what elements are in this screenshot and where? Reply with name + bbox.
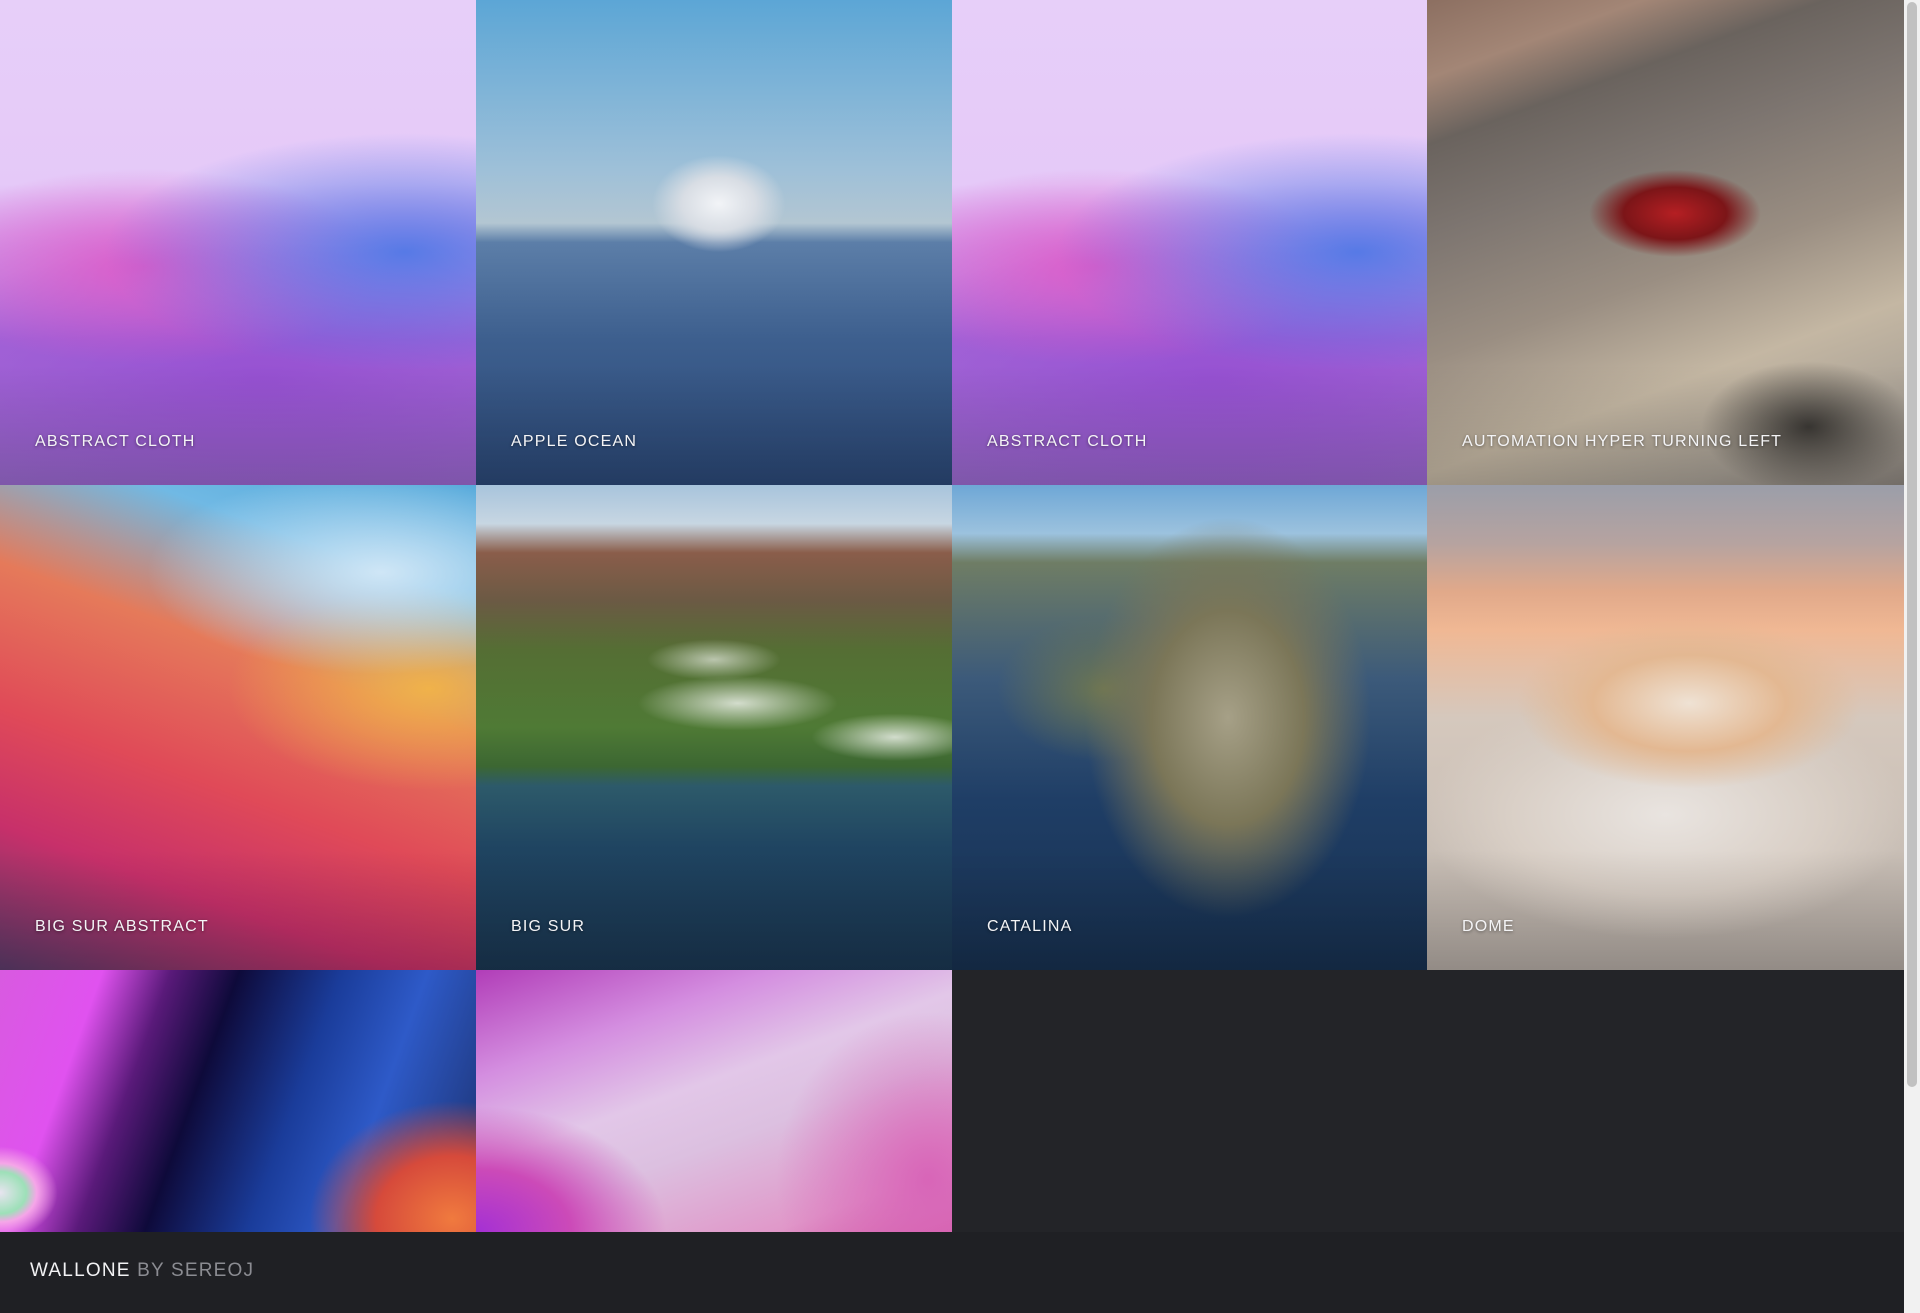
wallpaper-title: Abstract Cloth [987, 433, 1148, 450]
wallpaper-tile[interactable] [476, 970, 952, 1232]
wallpaper-tile[interactable]: Big Sur [476, 485, 952, 970]
wallpaper-title: Catalina [987, 918, 1073, 935]
wallpaper-title: Abstract Cloth [35, 433, 196, 450]
vertical-scrollbar[interactable] [1904, 0, 1920, 1313]
wallpaper-image [476, 970, 952, 1232]
wallpaper-grid: Abstract Cloth Apple Ocean Abstract Clot… [0, 0, 1904, 1232]
wallpaper-title: Big Sur Abstract [35, 918, 209, 935]
wallpaper-title: Big Sur [511, 918, 586, 935]
wallpaper-title: Automation Hyper Turning Left [1462, 433, 1783, 450]
wallpaper-tile[interactable]: Catalina [952, 485, 1428, 970]
wallpaper-title: Apple Ocean [511, 433, 638, 450]
wallpaper-tile[interactable]: Abstract Cloth [0, 0, 476, 485]
brand-link[interactable]: WALLONE BY SEREOJ [30, 1260, 254, 1282]
wallpaper-tile[interactable]: Dome [1427, 485, 1904, 970]
page: Abstract Cloth Apple Ocean Abstract Clot… [0, 0, 1920, 1313]
scrollbar-thumb[interactable] [1907, 2, 1917, 1087]
wallpaper-tile[interactable]: Apple Ocean [476, 0, 952, 485]
wallpaper-tile[interactable]: Abstract Cloth [952, 0, 1428, 485]
brand-author: BY SEREOJ [137, 1260, 255, 1281]
wallpaper-tile[interactable]: Big Sur Abstract [0, 485, 476, 970]
footer: WALLONE BY SEREOJ [0, 1232, 1904, 1313]
wallpaper-tile[interactable]: Automation Hyper Turning Left [1427, 0, 1904, 485]
wallpaper-title: Dome [1462, 918, 1515, 935]
wallpaper-tile[interactable] [0, 970, 476, 1232]
wallpaper-image [0, 970, 476, 1232]
brand-name: WALLONE [30, 1260, 131, 1281]
